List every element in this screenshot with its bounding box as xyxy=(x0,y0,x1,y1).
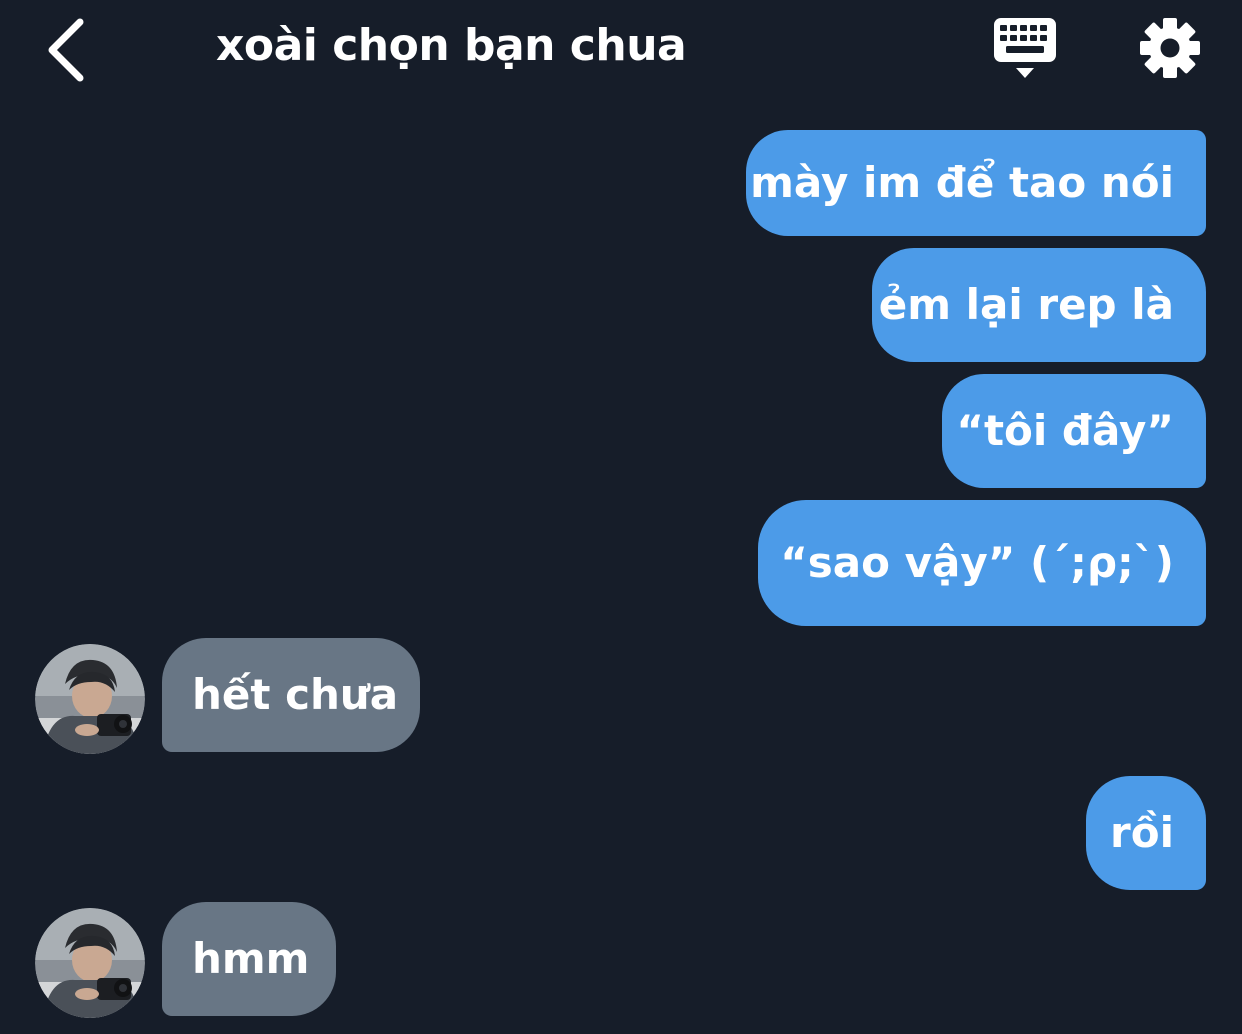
message-bubble-outgoing[interactable]: rồi xyxy=(1086,776,1206,890)
message-bubble-incoming[interactable]: hết chưa xyxy=(162,638,420,752)
avatar[interactable] xyxy=(35,908,145,1018)
message-bubble-outgoing[interactable]: ẻm lại rep là xyxy=(872,248,1206,362)
chat-title: xoài chọn bạn chua xyxy=(216,20,687,71)
message-bubble-outgoing[interactable]: “sao vậy” (´;ρ;`) xyxy=(758,500,1206,626)
profile-photo xyxy=(35,644,145,754)
chevron-left-icon xyxy=(48,18,84,82)
profile-photo xyxy=(35,908,145,1018)
chat-screen: xoài chọn bạn chua mày im để tao nói ẻm … xyxy=(0,0,1242,1034)
message-text: rồi xyxy=(1110,808,1174,857)
message-text: hết chưa xyxy=(192,670,399,719)
message-text: “tôi đây” xyxy=(956,406,1174,455)
gear-icon xyxy=(1140,18,1200,78)
avatar[interactable] xyxy=(35,644,145,754)
keyboard-button[interactable] xyxy=(990,16,1062,82)
message-bubble-outgoing[interactable]: “tôi đây” xyxy=(942,374,1206,488)
chat-header: xoài chọn bạn chua xyxy=(0,0,1242,100)
back-button[interactable] xyxy=(36,10,96,82)
settings-button[interactable] xyxy=(1136,14,1204,82)
message-text: hmm xyxy=(192,934,310,983)
message-bubble-incoming[interactable]: hmm xyxy=(162,902,336,1016)
keyboard-icon xyxy=(994,18,1056,78)
message-text: mày im để tao nói xyxy=(750,158,1174,207)
message-bubble-outgoing[interactable]: mày im để tao nói xyxy=(746,130,1206,236)
message-text: ẻm lại rep là xyxy=(878,280,1174,329)
message-text: “sao vậy” (´;ρ;`) xyxy=(780,538,1174,587)
